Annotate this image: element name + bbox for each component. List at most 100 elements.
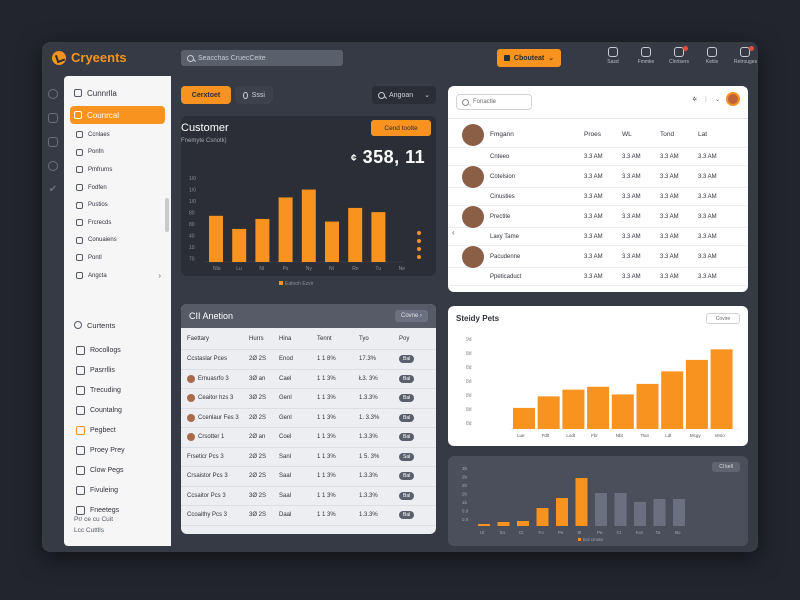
bar[interactable] (301, 189, 316, 262)
sidebar-section-header[interactable]: Curtents (64, 314, 171, 336)
status-badge[interactable]: Bal (399, 433, 415, 442)
bar[interactable] (278, 197, 293, 262)
bar[interactable] (661, 371, 684, 429)
bar[interactable] (513, 407, 535, 429)
bar[interactable] (255, 218, 270, 262)
bar[interactable] (497, 522, 510, 526)
status-badge[interactable]: Bal (399, 472, 415, 481)
tab-secondary[interactable]: Sssi (235, 86, 273, 104)
top-dropdown[interactable]: Cbouteat ⌄ (497, 49, 561, 67)
table-row[interactable]: Ccoaithy Pcs 3 3Ø 2S Daal 1 1 3% 1.3.3% Bal (181, 506, 436, 526)
sidebar-item-settings[interactable]: Pustios (64, 196, 171, 214)
bell-topbar-button[interactable]: Sasd (602, 47, 624, 65)
column-header[interactable]: Tennt (317, 336, 359, 342)
sidebar-footer-line[interactable]: Lcc Cuttlls (74, 525, 113, 536)
column-header[interactable]: Tond (660, 131, 698, 138)
bar[interactable] (673, 499, 685, 526)
sidebar-item-analytics[interactable]: Angcta › (64, 267, 171, 285)
sidebar-item-users[interactable]: Ponfn (64, 144, 171, 162)
table-row[interactable]: Ccsaitor Pcs 3 3Ø 2S Saal 1 1 3% 1.3.3% Bal (181, 487, 436, 506)
bar[interactable] (653, 499, 666, 526)
sidebar-item-megaphone[interactable]: Pegbect (64, 420, 171, 440)
gear-icon[interactable]: ✲ (692, 96, 697, 103)
sidebar-scrollbar[interactable] (165, 198, 169, 232)
sidebar-item-customers[interactable]: Counrcal (70, 106, 165, 124)
list-item[interactable]: Pacudenne 3.3 AM 3.3 AM 3.3 AM 3.3 AM (448, 245, 748, 268)
column-header[interactable]: Proes (584, 131, 622, 138)
message-topbar-button[interactable]: Ketiis (701, 47, 723, 65)
gear-icon[interactable] (48, 161, 58, 171)
list-item[interactable]: Cinusties 3.3 AM 3.3 AM 3.3 AM 3.3 AM (448, 188, 748, 206)
list-search[interactable]: Fonactle (456, 94, 532, 110)
avatar[interactable] (726, 92, 740, 106)
bar[interactable] (562, 389, 585, 429)
status-badge[interactable]: Sal (399, 452, 415, 461)
grid-icon[interactable] (48, 113, 58, 123)
bar[interactable] (575, 478, 588, 526)
sidebar-footer-line[interactable]: Pr/ ce cu Cuit (74, 514, 113, 525)
search-bar[interactable] (181, 50, 343, 66)
column-header[interactable]: Poy (399, 336, 429, 342)
customer-card-button[interactable]: Cend toolte (371, 120, 431, 136)
bar[interactable] (537, 396, 560, 429)
list-item[interactable]: Prectite 3.3 AM 3.3 AM 3.3 AM 3.3 AM (448, 205, 748, 228)
sidebar-item-box[interactable]: Proey Prey (64, 440, 171, 460)
crm-table-control[interactable]: Covne › (394, 310, 428, 322)
sidebar-item-file[interactable]: Pontl (64, 249, 171, 267)
bar[interactable] (710, 349, 733, 429)
sidebar-item-database[interactable]: Conuaiens (64, 232, 171, 250)
sidebar-item-calendar[interactable]: Trecuding (64, 380, 171, 400)
status-badge[interactable]: Bal (399, 374, 415, 383)
table-row[interactable]: Ccenlaur Fes 3 2Ø 2S Genl 1 1 3% 1. 3.3% Bal (181, 409, 436, 428)
table-row[interactable]: Emuasrfo 3 3Ø an Cael 1 1 3% Ł3. 3% Bal (181, 370, 436, 389)
status-badge[interactable]: Bal (399, 413, 415, 422)
bar[interactable] (348, 207, 363, 262)
period-dropdown[interactable]: Angoan ⌄ (372, 86, 436, 104)
status-badge[interactable]: Bal (399, 355, 415, 364)
bar[interactable] (634, 502, 646, 526)
bar[interactable] (614, 493, 627, 526)
bar[interactable] (556, 498, 568, 526)
bar[interactable] (636, 383, 659, 429)
sidebar-item-doc[interactable]: Fivuleing (64, 480, 171, 500)
sidebar-item-folder[interactable]: Fodfen (64, 179, 171, 197)
sidebar-item-tag[interactable]: Clow Pegs (64, 460, 171, 480)
lock-icon[interactable] (48, 137, 58, 147)
more-icon[interactable]: ⋮ (703, 96, 709, 103)
column-header[interactable]: Faettary (187, 336, 249, 342)
bar[interactable] (517, 521, 529, 526)
column-header[interactable]: Hina (279, 336, 317, 342)
bar[interactable] (587, 386, 610, 429)
list-item[interactable]: Laxy Tame 3.3 AM 3.3 AM 3.3 AM 3.3 AM (448, 228, 748, 246)
sidebar-item-user[interactable]: Pasrrllis (64, 360, 171, 380)
sidebar-item-home[interactable]: Cunnrlla (64, 82, 171, 104)
search-input[interactable] (198, 54, 338, 62)
bar[interactable] (536, 508, 549, 526)
list-item[interactable]: Ppeticaduct 3.3 AM 3.3 AM 3.3 AM 3.3 AM (448, 268, 748, 286)
status-badge[interactable]: Bal (399, 394, 415, 403)
column-header[interactable]: Fmgann (490, 131, 514, 138)
status-badge[interactable]: Bal (399, 491, 415, 500)
bar[interactable] (325, 221, 339, 262)
column-header[interactable]: Hurrs (249, 336, 279, 342)
tab-content[interactable]: Cerxtoet (181, 86, 231, 104)
table-row[interactable]: Ceaitor hzs 3 3Ø 2S Genl 1 1 3% 1.3.3% Bal (181, 389, 436, 409)
status-badge[interactable]: Bal (399, 511, 415, 520)
calendar-topbar-button[interactable]: Clnrtsers (668, 46, 690, 65)
bar[interactable] (232, 228, 247, 262)
sidebar-item-doc[interactable]: Rocollogs (64, 340, 171, 360)
bar[interactable] (209, 215, 223, 262)
pagination-dots[interactable] (417, 231, 421, 263)
bar[interactable] (595, 493, 607, 526)
table-row[interactable]: Crsaistor Pcs 3 2Ø 2S Saal 1 1 3% 1.3.3% Bal (181, 467, 436, 487)
clock-icon[interactable] (48, 89, 58, 99)
sidebar-item-contacts[interactable]: Ccnlaes (64, 126, 171, 144)
bar[interactable] (611, 394, 634, 429)
check-icon[interactable]: ✔ (48, 185, 58, 195)
list-item[interactable]: Cotelsion 3.3 AM 3.3 AM 3.3 AM 3.3 AM (448, 165, 748, 188)
column-header[interactable]: WL (622, 131, 660, 138)
sidebar-item-reports[interactable]: Pmfrurns (64, 161, 171, 179)
app-logo[interactable]: Cryeents (52, 50, 127, 65)
table-row[interactable]: Crsotter 1 2Ø an Coel 1 1 3% 1.3.3% Bal (181, 428, 436, 448)
table-row[interactable]: Ccstaslar Pces 2Ø 2S Enod 1 1 8% 17.3% Bal (181, 350, 436, 370)
